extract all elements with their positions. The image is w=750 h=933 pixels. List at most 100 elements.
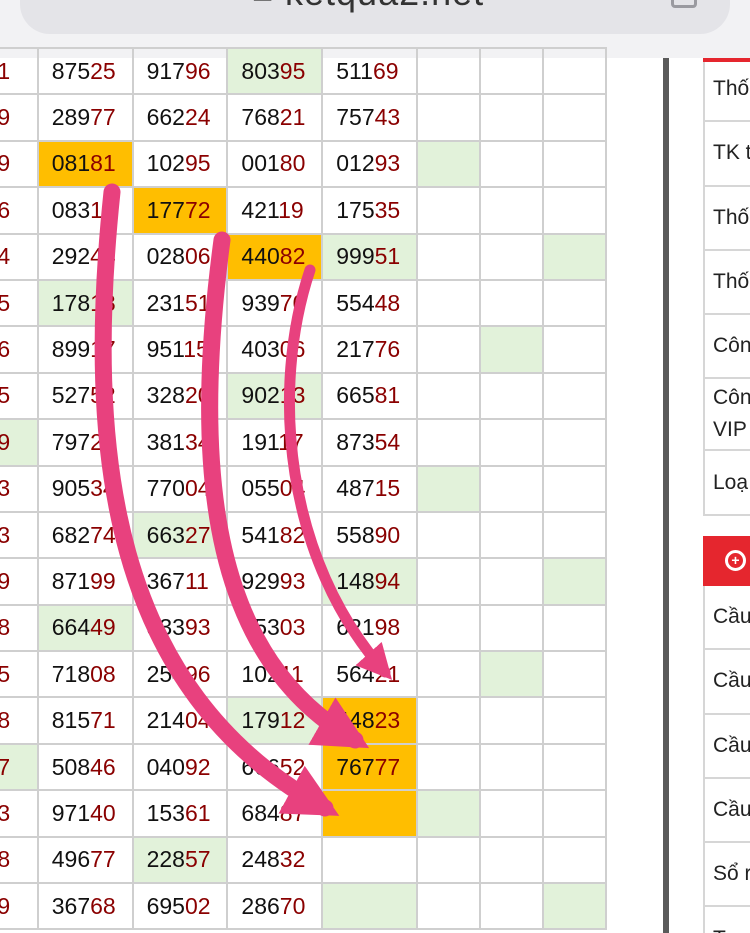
sidebar-item[interactable]: Cầu [705,779,750,844]
last-two-digits: 72 [184,196,211,223]
sidebar-section-header: + [703,536,750,586]
last-two-digits: 93 [279,567,306,594]
last-two-digits: 81 [374,382,401,409]
address-bar-url[interactable]: ≡ ketqua2.net [252,0,484,14]
table-cell [416,789,482,838]
right-sidebar: Thố TK t Thố Thố Côn Côn VIP Loạ + Cầu Cầu Cầu Cầ… [703,58,750,933]
last-two-digits: 98 [374,614,401,641]
table-cell: 79726 [36,418,134,467]
table-row: 783689917951154030621776 [0,325,608,374]
table-cell: 4775 [0,371,39,421]
sidebar-item[interactable]: Cầu [705,586,750,651]
last-two-digits: 54 [374,428,401,455]
last-two-digits: 04 [279,475,306,502]
sidebar-item[interactable]: Cầu [705,715,750,779]
table-cell: 71808 [36,650,134,699]
table-cell: 77004 [131,464,229,513]
table-row: 084979726381341911787354 [0,418,608,467]
table-cell: 7836 [0,325,39,374]
table-cell: 1724 [0,232,39,281]
sidebar-item[interactable]: Sổ r [705,843,750,908]
table-cell [479,47,544,96]
last-two-digits: 70 [279,289,306,316]
last-two-digits: 93 [184,614,211,641]
table-cell [416,232,482,281]
table-cell [416,696,482,745]
table-cell [541,325,608,374]
table-cell [479,371,544,421]
last-two-digits: 53 [0,522,10,548]
table-cell [479,835,544,885]
last-two-digits: 82 [279,243,306,270]
table-row: 639571808254961021156421 [0,650,608,699]
table-cell [416,835,482,885]
table-cell: 55448 [321,278,419,328]
last-two-digits: 01 [0,58,10,84]
sidebar-item[interactable]: Thố [705,251,750,316]
table-cell: 87354 [321,418,419,467]
sidebar-item[interactable]: T [705,907,750,933]
table-cell [416,278,482,328]
sidebar-menu-bottom: CầuCầuCầuCầuSổ rT [703,586,750,933]
table-cell: 49677 [36,835,134,885]
table-cell: 36711 [131,557,229,606]
sidebar-item[interactable]: Loạ [705,451,750,516]
last-two-digits: 04 [184,707,211,734]
table-cell [479,882,544,931]
sidebar-item[interactable]: Côn VIP [705,379,750,452]
table-cell: 0849 [0,418,39,467]
table-cell [541,278,608,328]
table-cell: 17818 [36,278,134,328]
table-cell: 3559 [0,139,39,189]
table-cell: 75303 [226,603,324,653]
last-two-digits: 52 [279,753,306,780]
table-row: 454750846040926665276777 [0,742,608,792]
table-cell: 8218 [0,835,39,885]
sidebar-item[interactable]: Cầu [705,650,750,715]
sidebar-item[interactable]: Thố [705,187,750,251]
table-cell: 36768 [36,882,134,931]
table-cell [479,232,544,281]
table-cell [416,418,482,467]
sidebar-item[interactable]: Côn [705,315,750,380]
last-two-digits: 17 [90,336,116,363]
table-cell: 10295 [131,139,229,189]
last-two-digits: 06 [279,336,306,363]
sidebar-menu-top: Thố TK t Thố Thố Côn Côn VIP Loạ [703,58,750,516]
sidebar-item[interactable]: TK t [705,122,750,187]
last-two-digits: 15 [183,336,209,363]
last-two-digits: 21 [279,104,306,131]
last-two-digits: 49 [90,614,116,641]
table-cell: 69502 [131,882,229,931]
last-two-digits: 34 [184,428,211,455]
table-cell [541,789,608,838]
table-cell [416,510,482,560]
table-cell [416,325,482,374]
zoom-in-icon: + [725,550,746,571]
table-cell: 66327 [131,510,229,560]
last-two-digits: 47 [0,754,10,780]
last-two-digits: 46 [90,753,116,780]
table-cell: 4547 [0,742,39,792]
last-two-digits: 59 [0,150,10,176]
table-cell: 62198 [321,603,419,653]
table-row: 680187525917968039551169 [0,47,608,96]
table-cell [541,742,608,792]
table-cell: 10211 [226,650,324,699]
table-cell [541,139,608,189]
table-cell: 92993 [226,557,324,606]
table-cell: 21776 [321,325,419,374]
last-two-digits: 11 [90,196,114,223]
tabs-icon[interactable] [671,0,697,8]
table-cell: 68487 [226,789,324,838]
table-row: 380608311177724211917535 [0,186,608,235]
table-cell: 08311 [36,186,134,235]
table-cell [479,93,544,142]
last-two-digits: 98 [0,707,10,733]
last-two-digits: 48 [374,289,401,316]
last-two-digits: 15 [374,475,401,502]
table-row: 683928977662247682175743 [0,93,608,142]
table-cell [541,650,608,699]
sidebar-item[interactable]: Thố [705,58,750,123]
table-cell [416,93,482,142]
